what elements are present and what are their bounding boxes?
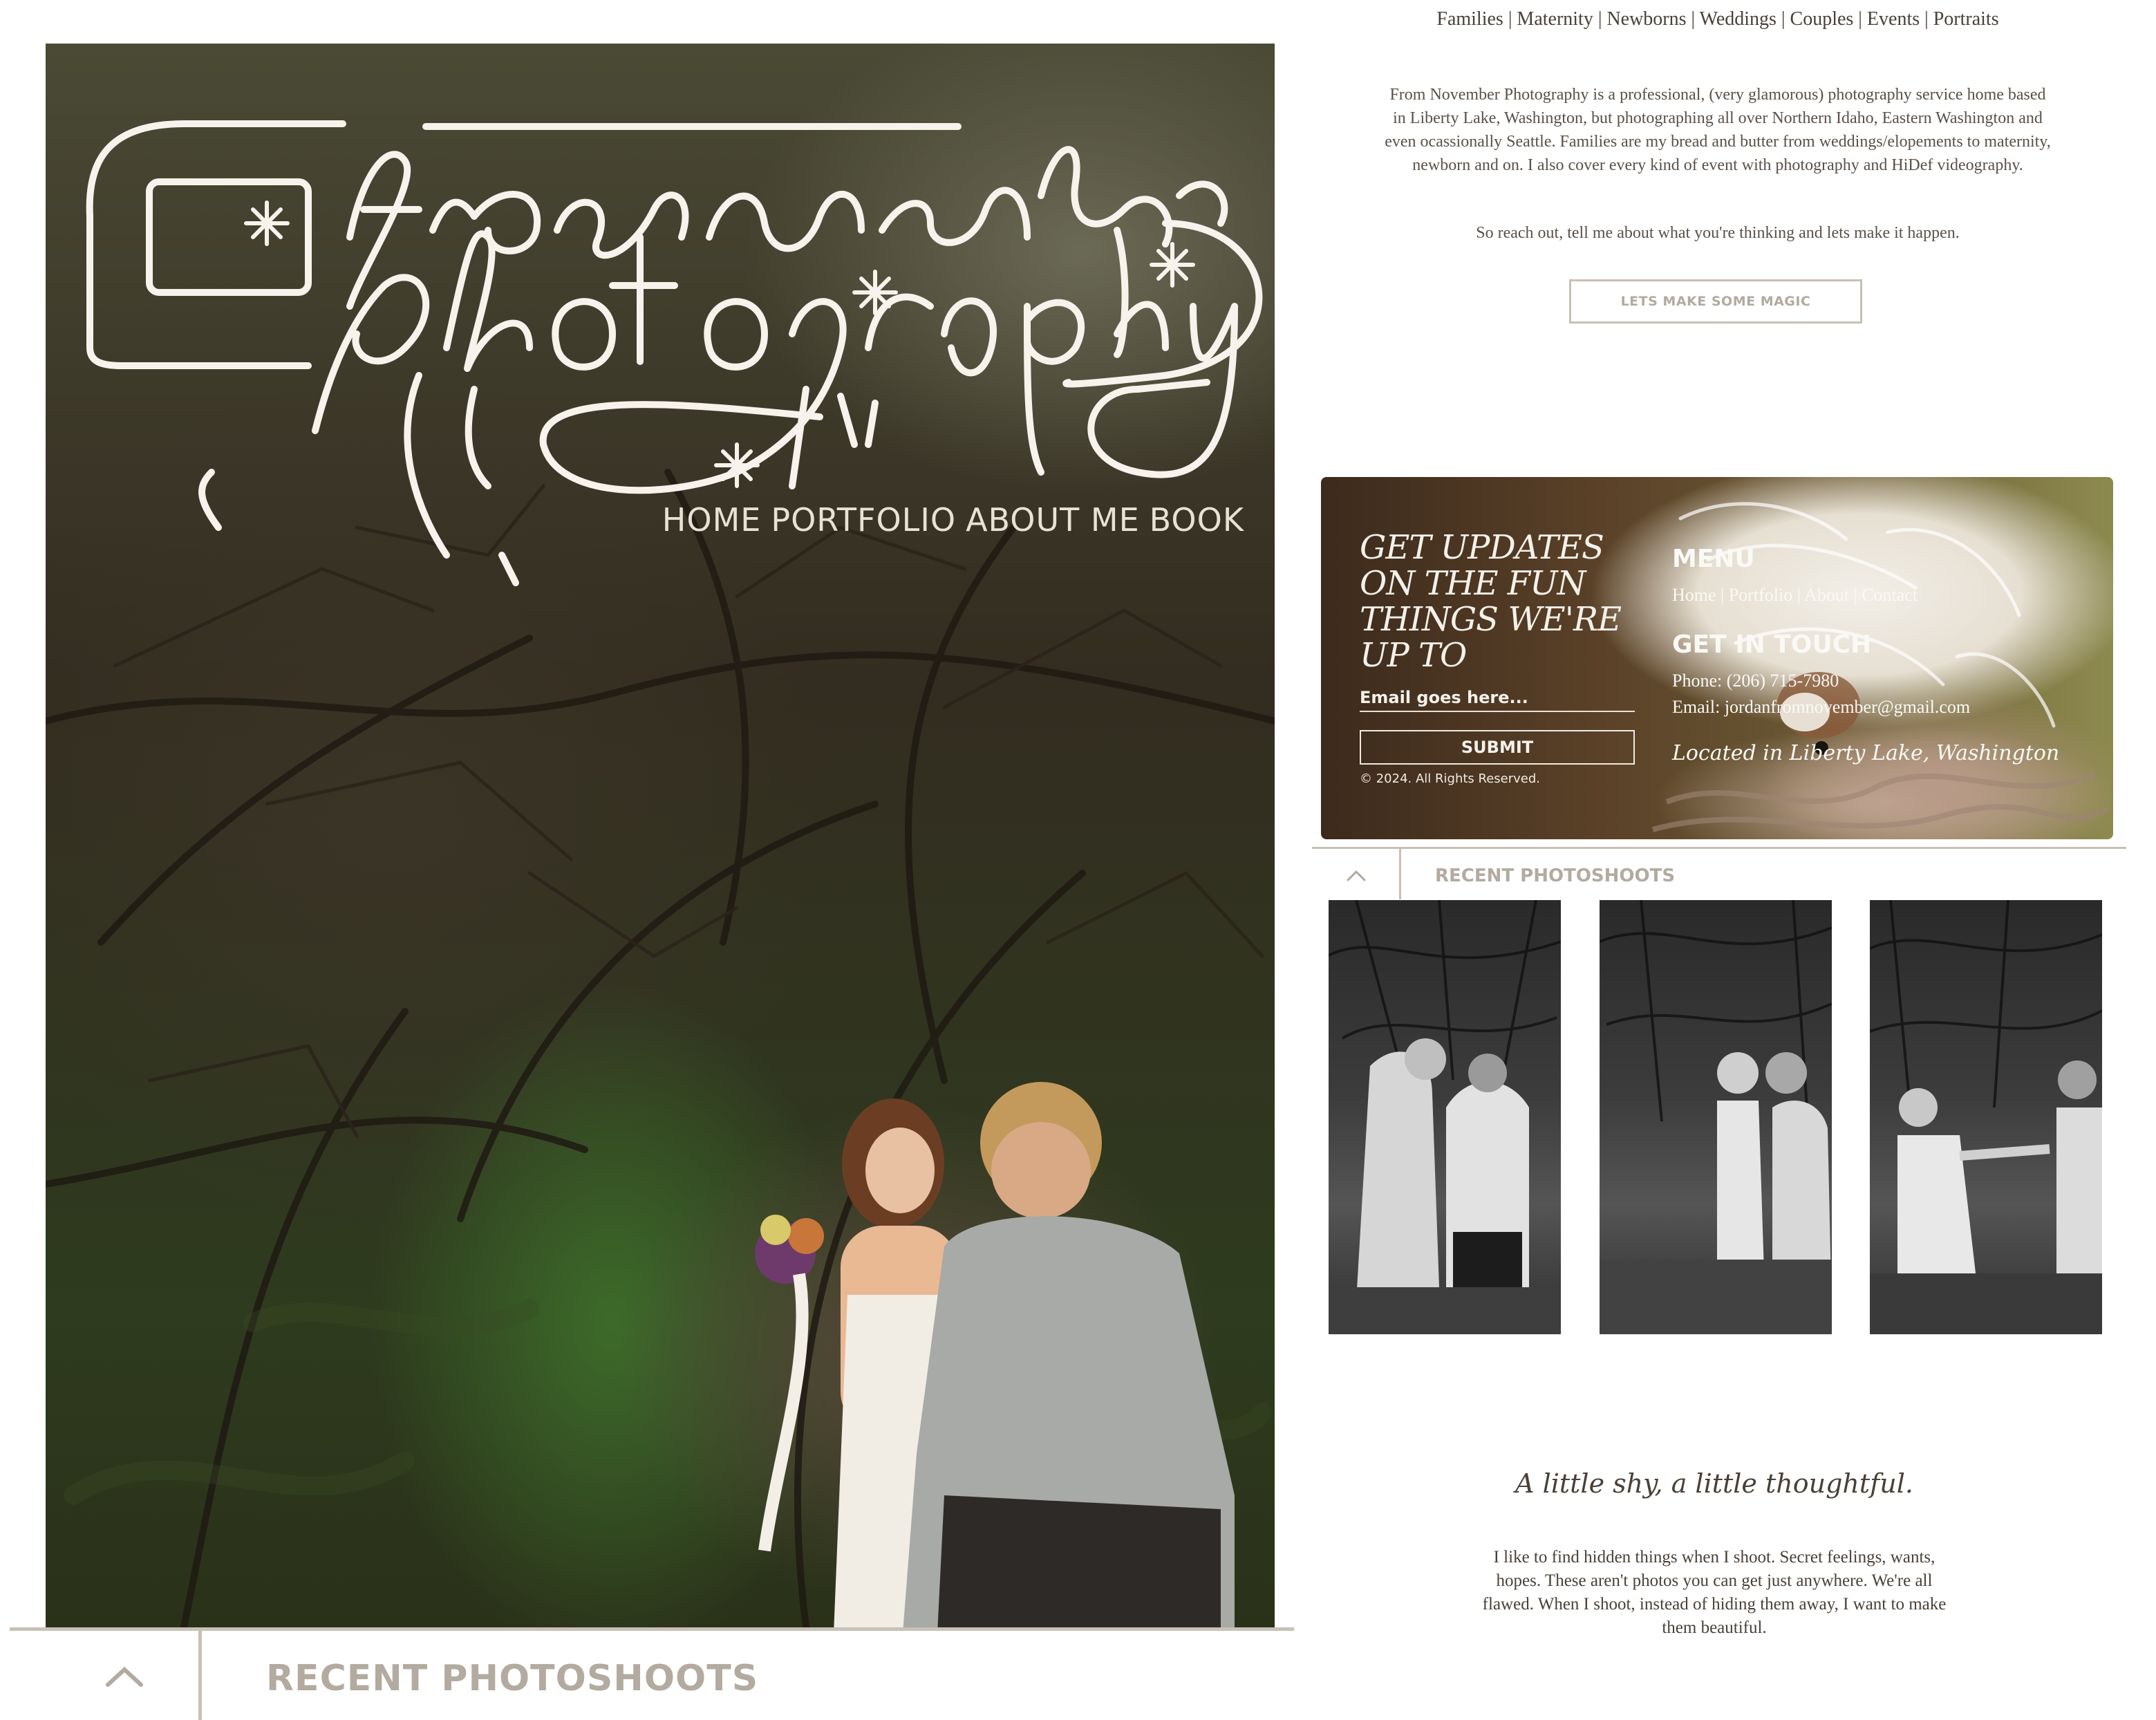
- about-title: A little shy, a little thoughtful.: [1515, 1468, 1913, 1499]
- phone-text[interactable]: Phone: (206) 715-7980: [1672, 671, 1839, 691]
- sparkle-icon: [244, 200, 1195, 488]
- chevron-up-icon: [1347, 870, 1366, 881]
- couple-facing-photo: [1600, 900, 1832, 1334]
- nav-book[interactable]: BOOK: [1150, 501, 1244, 539]
- category-nav[interactable]: Families | Maternity | Newborns | Weddin…: [1313, 8, 2122, 30]
- menu-heading: MENU: [1672, 545, 1755, 573]
- footer-link-about[interactable]: About: [1804, 585, 1849, 605]
- recent-photo-1[interactable]: [1329, 900, 1561, 1334]
- lets-make-magic-button[interactable]: LETS MAKE SOME MAGIC: [1569, 279, 1862, 324]
- footer-menu-links: Home | Portfolio | About | Contact: [1672, 585, 1918, 605]
- recent-photoshoots-heading: RECENT PHOTOSHOOTS: [266, 1658, 759, 1699]
- vertical-divider: [198, 1629, 202, 1720]
- copyright-text: © 2024. All Rights Reserved.: [1360, 772, 1541, 786]
- newsletter-card: GET UPDATES ON THE FUN THINGS WE'RE UP T…: [1321, 477, 2113, 839]
- intro-cta-text: So reach out, tell me about what you're …: [1476, 224, 1960, 242]
- submit-button[interactable]: SUBMIT: [1360, 730, 1635, 765]
- recent-vertical-divider: [1399, 848, 1401, 899]
- nav-about-me[interactable]: ABOUT ME: [966, 501, 1140, 539]
- intro-paragraph: From November Photography is a professio…: [1385, 86, 2051, 174]
- nav-portfolio[interactable]: PORTFOLIO: [771, 501, 956, 539]
- scroll-up-button[interactable]: [104, 1659, 145, 1694]
- couple-dancing-photo: [1329, 900, 1561, 1334]
- about-body: I like to find hidden things when I shoo…: [1482, 1548, 1947, 1637]
- hero-nav: HOME PORTFOLIO ABOUT ME BOOK: [662, 501, 1244, 539]
- contact-heading: GET IN TOUCH: [1672, 630, 1872, 659]
- section-divider: [10, 1627, 1294, 1631]
- recent-photo-2[interactable]: [1600, 900, 1832, 1334]
- footer-link-home[interactable]: Home: [1672, 585, 1716, 605]
- recent-divider-line: [1312, 847, 2126, 849]
- recent-photoshoots-label: RECENT PHOTOSHOOTS: [1435, 866, 1676, 886]
- nav-home[interactable]: HOME: [662, 501, 762, 539]
- newsletter-title: GET UPDATES ON THE FUN THINGS WE'RE UP T…: [1360, 528, 1622, 675]
- couple-photo: [755, 1082, 1235, 1628]
- camera-frame-icon: [146, 178, 312, 296]
- footer-link-portfolio[interactable]: Portfolio: [1729, 585, 1792, 605]
- email-input[interactable]: [1360, 684, 1635, 712]
- footer-link-contact[interactable]: Contact: [1862, 585, 1918, 605]
- email-text[interactable]: Email: jordanfromnovember@gmail.com: [1672, 697, 1970, 718]
- chevron-up-icon: [106, 1666, 143, 1687]
- couple-holding-hands-photo: [1870, 900, 2102, 1334]
- recent-photo-3[interactable]: [1870, 900, 2102, 1334]
- recent-up-button[interactable]: [1344, 866, 1369, 886]
- hero-image: HOME PORTFOLIO ABOUT ME BOOK: [46, 44, 1275, 1628]
- location-text: Located in Liberty Lake, Washington: [1672, 741, 2060, 765]
